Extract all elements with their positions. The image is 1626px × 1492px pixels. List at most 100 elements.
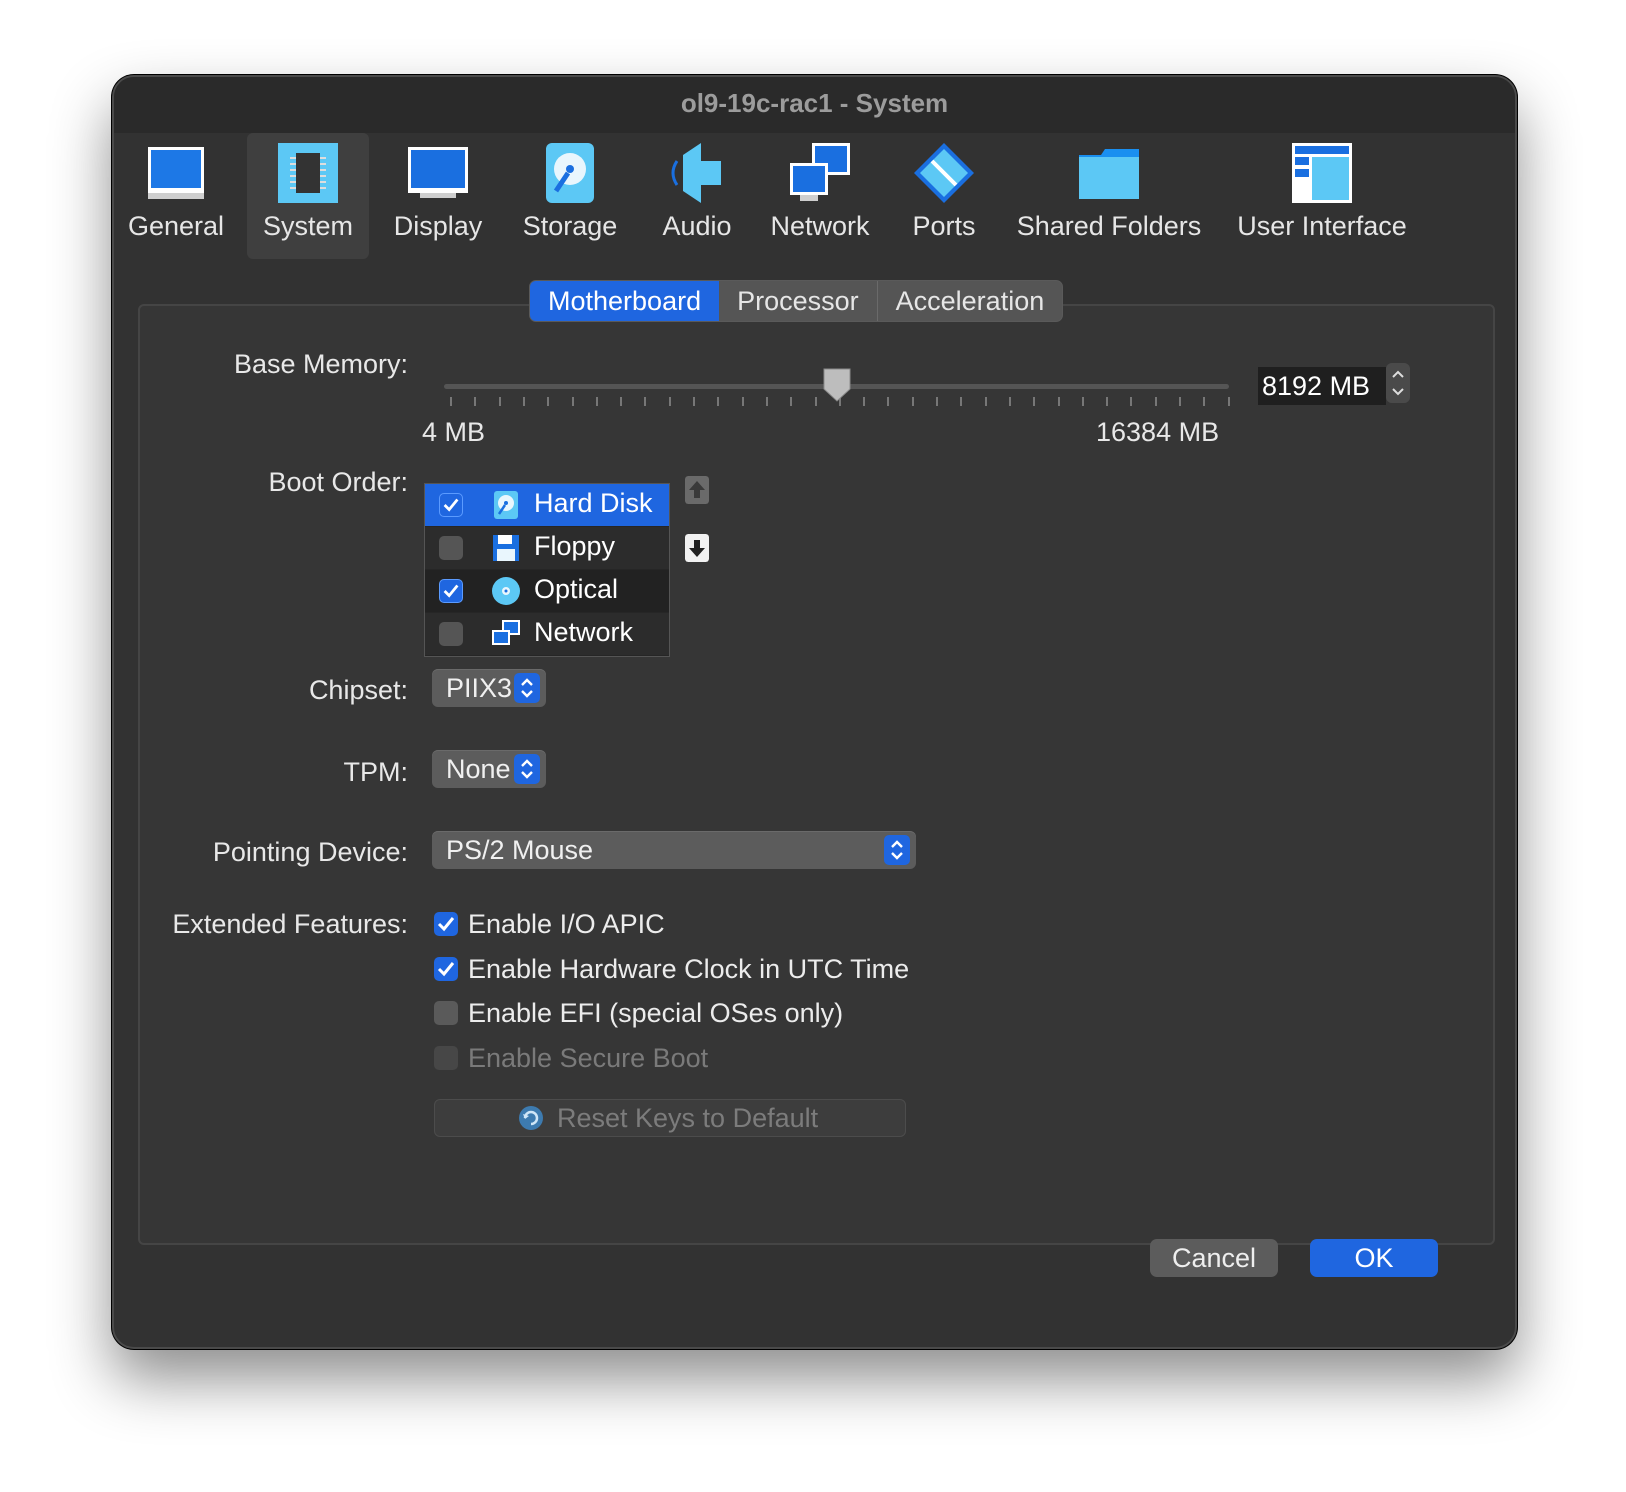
tab-motherboard[interactable]: Motherboard: [530, 281, 720, 321]
boot-item-hard-disk[interactable]: Hard Disk: [425, 484, 669, 526]
slider-tick: [765, 397, 768, 406]
memory-max-label: 16384 MB: [1096, 417, 1220, 447]
checkbox-hw-clock-utc[interactable]: [434, 957, 458, 981]
slider-tick: [911, 397, 914, 406]
checkbox-secure-boot: [434, 1046, 458, 1070]
slider-tick: [960, 397, 963, 406]
feature-label: Enable EFI (special OSes only): [468, 998, 844, 1028]
feature-label: Enable I/O APIC: [468, 909, 665, 939]
toolbar-ports[interactable]: Ports: [892, 133, 996, 259]
toolbar-label-system: System: [262, 211, 354, 241]
boot-item-network[interactable]: Network: [425, 613, 669, 655]
extended-features-label: Extended Features:: [172, 909, 408, 939]
slider-tick: [1008, 397, 1011, 406]
slider-tick: [668, 397, 671, 406]
toolbar-shared-folders[interactable]: Shared Folders: [1014, 133, 1204, 259]
checkbox-efi[interactable]: [434, 1001, 458, 1025]
general-icon: [148, 147, 204, 199]
tpm-value: None: [446, 754, 511, 784]
cancel-button[interactable]: Cancel: [1150, 1239, 1278, 1277]
memory-stepper[interactable]: [1386, 363, 1410, 403]
boot-item-label: Hard Disk: [534, 488, 653, 518]
speaker-icon: [671, 143, 721, 203]
toolbar-general[interactable]: General: [120, 133, 232, 259]
slider-tick: [863, 397, 866, 406]
toolbar-label-shared-folders: Shared Folders: [1016, 211, 1202, 241]
base-memory-field[interactable]: 8192 MB: [1258, 367, 1386, 405]
move-up-icon[interactable]: [685, 476, 709, 504]
toolbar-label-audio: Audio: [662, 211, 732, 241]
slider-tick: [1106, 397, 1109, 406]
boot-checkbox-network[interactable]: [439, 622, 463, 646]
tpm-label: TPM:: [343, 757, 409, 787]
toolbar-label-storage: Storage: [522, 211, 618, 241]
boot-item-label: Network: [534, 617, 634, 647]
slider-tick: [1057, 397, 1060, 406]
boot-item-label: Floppy: [534, 531, 616, 561]
slider-tick: [644, 397, 647, 406]
boot-checkbox-floppy[interactable]: [439, 536, 463, 560]
tpm-select[interactable]: None: [432, 750, 546, 788]
tab-processor[interactable]: Processor: [719, 281, 877, 321]
display-icon: [408, 147, 468, 198]
boot-item-floppy[interactable]: Floppy: [425, 527, 669, 569]
refresh-icon: [519, 1106, 543, 1130]
slider-tick: [571, 397, 574, 406]
chevron-updown-icon: [514, 754, 540, 784]
checkbox-io-apic[interactable]: [434, 912, 458, 936]
window-title: ol9-19c-rac1 - System: [114, 77, 1515, 133]
toolbar-label-user-interface: User Interface: [1237, 211, 1407, 241]
slider-tick: [814, 397, 817, 406]
pointing-device-select[interactable]: PS/2 Mouse: [432, 831, 916, 869]
storage-icon: [546, 143, 594, 203]
slider-tick: [547, 397, 550, 406]
slider-tick: [1033, 397, 1036, 406]
boot-item-optical[interactable]: Optical: [425, 570, 669, 612]
slider-tick: [595, 397, 598, 406]
floppy-icon: [493, 535, 519, 561]
toolbar-user-interface[interactable]: User Interface: [1224, 133, 1420, 259]
toolbar-label-display: Display: [393, 211, 483, 241]
reset-keys-label: Reset Keys to Default: [557, 1103, 819, 1133]
chip-icon: [278, 143, 338, 203]
ok-button[interactable]: OK: [1310, 1239, 1438, 1277]
slider-tick: [498, 397, 501, 406]
chevron-updown-icon: [884, 835, 910, 865]
slider-tick: [936, 397, 938, 406]
toolbar-storage[interactable]: Storage: [510, 133, 630, 259]
move-down-icon[interactable]: [685, 534, 709, 562]
slider-tick: [522, 397, 525, 406]
chipset-label: Chipset:: [308, 675, 408, 705]
tab-acceleration[interactable]: Acceleration: [876, 281, 1063, 321]
reset-keys-button: Reset Keys to Default: [434, 1099, 906, 1137]
slider-thumb[interactable]: [822, 367, 852, 403]
toolbar-network[interactable]: Network: [760, 133, 880, 259]
toolbar-display[interactable]: Display: [382, 133, 494, 259]
slider-tick: [693, 397, 695, 406]
optical-disc-icon: [492, 577, 520, 605]
slider-tick: [717, 397, 720, 406]
memory-min-label: 4 MB: [422, 417, 486, 447]
slider-tick: [620, 397, 623, 406]
slider-tick: [984, 397, 987, 406]
slider-tick: [1203, 397, 1206, 406]
toolbar-label-ports: Ports: [912, 211, 976, 241]
slider-tick: [474, 397, 477, 406]
settings-dialog: ol9-19c-rac1 - System General System Dis…: [112, 75, 1517, 1349]
hard-disk-icon: [494, 491, 518, 519]
toolbar-system[interactable]: System: [247, 133, 369, 259]
pointing-device-label: Pointing Device:: [212, 837, 408, 867]
network-icon: [790, 143, 850, 201]
toolbar-label-network: Network: [770, 211, 870, 241]
slider-tick: [1154, 397, 1157, 406]
boot-checkbox-hard-disk[interactable]: [439, 493, 463, 517]
feature-label: Enable Secure Boot: [468, 1043, 709, 1073]
ports-icon: [914, 143, 974, 203]
toolbar-label-general: General: [127, 211, 225, 241]
chipset-select[interactable]: PIIX3: [432, 669, 546, 707]
boot-checkbox-optical[interactable]: [439, 579, 463, 603]
slider-tick: [1081, 397, 1084, 406]
toolbar-audio[interactable]: Audio: [649, 133, 745, 259]
user-interface-icon: [1292, 143, 1352, 203]
slider-tick: [1227, 397, 1230, 406]
